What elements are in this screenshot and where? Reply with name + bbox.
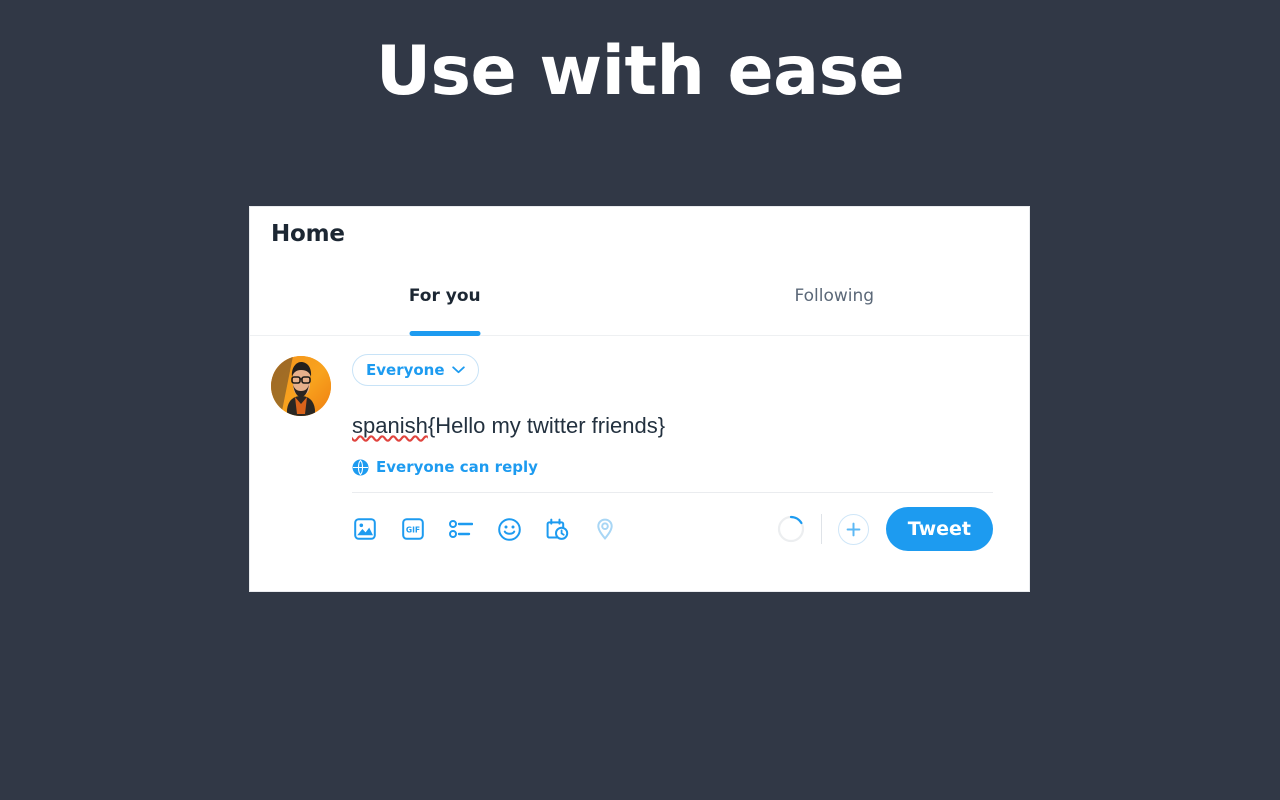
schedule-icon[interactable] (544, 516, 570, 542)
emoji-icon[interactable] (496, 516, 522, 542)
tweet-composer: Everyone spanish{Hello my twitter friend… (250, 336, 1029, 551)
composer-divider (352, 492, 993, 493)
image-icon[interactable] (352, 516, 378, 542)
tab-following-label: Following (794, 286, 875, 306)
card-header: Home (250, 207, 1029, 261)
page-title: Home (271, 221, 345, 247)
tweet-text-rest: {Hello my twitter friends} (427, 413, 666, 438)
toolbar-separator (820, 514, 822, 544)
page-headline: Use with ease (375, 32, 905, 111)
reply-scope-selector[interactable]: Everyone can reply (352, 458, 993, 476)
chevron-down-icon (451, 366, 465, 374)
svg-text:GIF: GIF (406, 526, 420, 535)
audience-selector[interactable]: Everyone (352, 354, 479, 386)
tab-for-you-label: For you (408, 286, 481, 306)
composer-actions: Tweet (777, 507, 993, 551)
character-count-progress[interactable] (777, 515, 805, 543)
tweet-button[interactable]: Tweet (885, 507, 993, 551)
composer-tool-icons: GIF (352, 516, 618, 542)
audience-selector-label: Everyone (366, 361, 445, 379)
globe-icon (352, 459, 369, 475)
reply-scope-label: Everyone can reply (376, 458, 538, 476)
user-avatar-photo (271, 356, 331, 416)
tweet-text-input[interactable]: spanish{Hello my twitter friends} (352, 412, 993, 440)
tab-for-you[interactable]: For you (250, 261, 640, 336)
tab-following[interactable]: Following (640, 261, 1030, 335)
avatar[interactable] (271, 356, 331, 416)
tab-active-indicator (409, 331, 481, 336)
plus-icon (846, 522, 861, 536)
home-timeline-card: Home For you Following Everyone spanish{… (249, 206, 1030, 592)
location-icon[interactable] (592, 516, 618, 542)
poll-icon[interactable] (448, 516, 474, 542)
add-thread-button[interactable] (837, 513, 869, 545)
tweet-text-misspelled: spanish (352, 413, 428, 438)
gif-icon[interactable]: GIF (400, 516, 426, 542)
timeline-tabs: For you Following (250, 261, 1029, 336)
composer-toolbar: GIF Tweet (352, 507, 993, 551)
composer-body: Everyone spanish{Hello my twitter friend… (331, 354, 1029, 551)
